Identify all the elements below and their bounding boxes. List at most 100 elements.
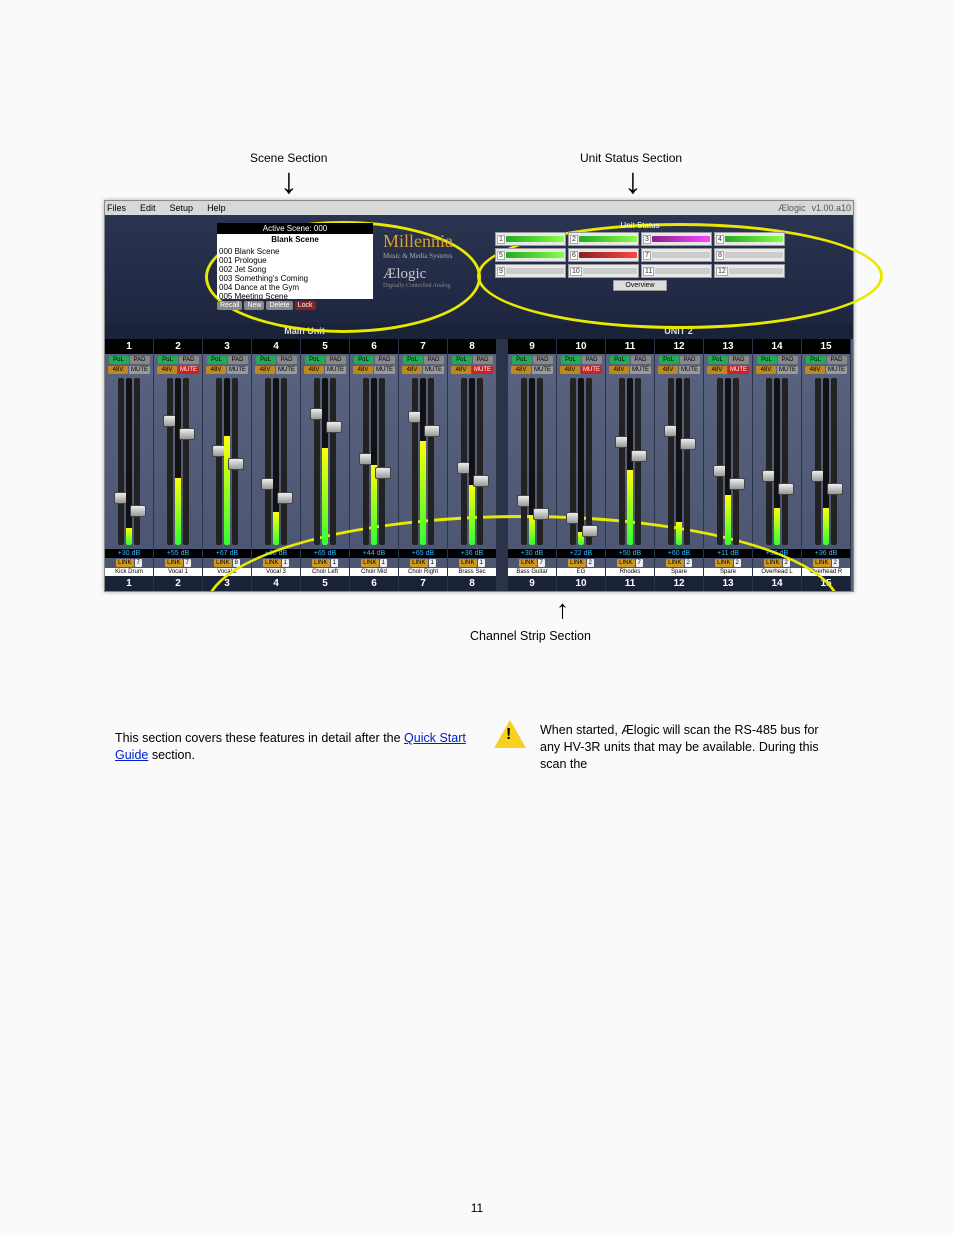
scene-list-item[interactable]: 003 Something's Coming: [219, 274, 371, 283]
gain-fader[interactable]: [363, 378, 369, 545]
pad-button[interactable]: PAD: [680, 356, 700, 364]
scene-list-item[interactable]: 005 Meeting Scene: [219, 292, 371, 299]
pad-button[interactable]: PAD: [424, 356, 444, 364]
polarity-button[interactable]: PoL: [659, 356, 679, 364]
phantom-button[interactable]: 48V: [658, 366, 678, 374]
gain-fader[interactable]: [570, 378, 576, 545]
trim-fader[interactable]: [134, 378, 140, 545]
menu-files[interactable]: Files: [107, 203, 126, 213]
polarity-button[interactable]: PoL: [561, 356, 581, 364]
phantom-button[interactable]: 48V: [707, 366, 727, 374]
gain-fader[interactable]: [521, 378, 527, 545]
pad-button[interactable]: PAD: [326, 356, 346, 364]
menu-help[interactable]: Help: [207, 203, 226, 213]
unit-status-cell[interactable]: 9: [495, 264, 566, 278]
phantom-button[interactable]: 48V: [609, 366, 629, 374]
pad-button[interactable]: PAD: [473, 356, 493, 364]
scene-list[interactable]: 000 Blank Scene001 Prologue002 Jet Song0…: [217, 245, 373, 299]
trim-fader[interactable]: [232, 378, 238, 545]
polarity-button[interactable]: PoL: [708, 356, 728, 364]
polarity-button[interactable]: PoL: [610, 356, 630, 364]
polarity-button[interactable]: PoL: [305, 356, 325, 364]
trim-fader[interactable]: [379, 378, 385, 545]
mute-button[interactable]: MUTE: [679, 366, 700, 374]
mute-button[interactable]: MUTE: [630, 366, 651, 374]
unit-status-cell[interactable]: 5: [495, 248, 566, 262]
trim-fader[interactable]: [586, 378, 592, 545]
gain-fader[interactable]: [265, 378, 271, 545]
gain-fader[interactable]: [314, 378, 320, 545]
gain-fader[interactable]: [717, 378, 723, 545]
mute-button[interactable]: MUTE: [276, 366, 297, 374]
phantom-button[interactable]: 48V: [451, 366, 471, 374]
gain-fader[interactable]: [118, 378, 124, 545]
mute-button[interactable]: MUTE: [227, 366, 248, 374]
lock-button[interactable]: Lock: [295, 301, 316, 310]
pad-button[interactable]: PAD: [277, 356, 297, 364]
link-button[interactable]: LINK: [813, 559, 830, 567]
pad-button[interactable]: PAD: [179, 356, 199, 364]
mute-button[interactable]: MUTE: [423, 366, 444, 374]
gain-fader[interactable]: [619, 378, 625, 545]
trim-fader[interactable]: [477, 378, 483, 545]
menu-setup[interactable]: Setup: [170, 203, 194, 213]
mute-button[interactable]: MUTE: [472, 366, 493, 374]
trim-fader[interactable]: [684, 378, 690, 545]
phantom-button[interactable]: 48V: [304, 366, 324, 374]
phantom-button[interactable]: 48V: [402, 366, 422, 374]
polarity-button[interactable]: PoL: [354, 356, 374, 364]
link-button[interactable]: LINK: [214, 559, 231, 567]
trim-fader[interactable]: [733, 378, 739, 545]
mute-button[interactable]: MUTE: [826, 366, 847, 374]
pad-button[interactable]: PAD: [582, 356, 602, 364]
scene-list-item[interactable]: 000 Blank Scene: [219, 247, 371, 256]
pad-button[interactable]: PAD: [631, 356, 651, 364]
unit-status-cell[interactable]: 1: [495, 232, 566, 246]
polarity-button[interactable]: PoL: [207, 356, 227, 364]
pad-button[interactable]: PAD: [533, 356, 553, 364]
unit-status-cell[interactable]: 4: [714, 232, 785, 246]
gain-fader[interactable]: [216, 378, 222, 545]
unit-status-cell[interactable]: 8: [714, 248, 785, 262]
mute-button[interactable]: MUTE: [532, 366, 553, 374]
pad-button[interactable]: PAD: [778, 356, 798, 364]
channel-name[interactable]: Kick Drum: [105, 568, 153, 576]
phantom-button[interactable]: 48V: [560, 366, 580, 374]
scene-list-item[interactable]: 001 Prologue: [219, 256, 371, 265]
mute-button[interactable]: MUTE: [374, 366, 395, 374]
mute-button[interactable]: MUTE: [129, 366, 150, 374]
phantom-button[interactable]: 48V: [353, 366, 373, 374]
phantom-button[interactable]: 48V: [805, 366, 825, 374]
unit-status-cell[interactable]: 11: [641, 264, 712, 278]
polarity-button[interactable]: PoL: [757, 356, 777, 364]
channel-name[interactable]: Vocal 1: [154, 568, 202, 576]
phantom-button[interactable]: 48V: [206, 366, 226, 374]
mute-button[interactable]: MUTE: [777, 366, 798, 374]
unit-status-cell[interactable]: 3: [641, 232, 712, 246]
unit-status-cell[interactable]: 7: [641, 248, 712, 262]
polarity-button[interactable]: PoL: [512, 356, 532, 364]
pad-button[interactable]: PAD: [375, 356, 395, 364]
gain-fader[interactable]: [766, 378, 772, 545]
mute-button[interactable]: MUTE: [728, 366, 749, 374]
trim-fader[interactable]: [183, 378, 189, 545]
gain-fader[interactable]: [412, 378, 418, 545]
pad-button[interactable]: PAD: [729, 356, 749, 364]
trim-fader[interactable]: [635, 378, 641, 545]
pad-button[interactable]: PAD: [130, 356, 150, 364]
polarity-button[interactable]: PoL: [403, 356, 423, 364]
mute-button[interactable]: MUTE: [581, 366, 602, 374]
gain-fader[interactable]: [167, 378, 173, 545]
polarity-button[interactable]: PoL: [256, 356, 276, 364]
trim-fader[interactable]: [537, 378, 543, 545]
link-button[interactable]: LINK: [165, 559, 182, 567]
trim-fader[interactable]: [330, 378, 336, 545]
link-button[interactable]: LINK: [116, 559, 133, 567]
phantom-button[interactable]: 48V: [108, 366, 128, 374]
mute-button[interactable]: MUTE: [178, 366, 199, 374]
phantom-button[interactable]: 48V: [511, 366, 531, 374]
trim-fader[interactable]: [831, 378, 837, 545]
scene-list-item[interactable]: 004 Dance at the Gym: [219, 283, 371, 292]
polarity-button[interactable]: PoL: [109, 356, 129, 364]
unit-status-cell[interactable]: 6: [568, 248, 639, 262]
